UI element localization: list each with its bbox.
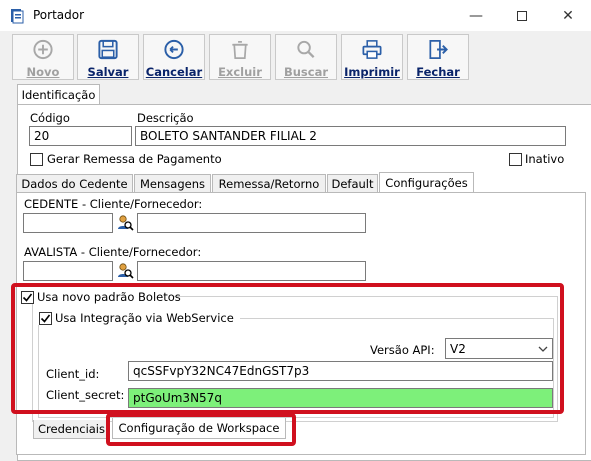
tab-credenciais-label: Credenciais — [38, 422, 105, 436]
tab-mensagens-label: Mensagens — [140, 177, 205, 191]
user-search-icon — [118, 263, 134, 279]
tab-remessa-retorno-label: Remessa/Retorno — [218, 177, 320, 191]
exit-icon — [429, 40, 448, 59]
excluir-label: Excluir — [218, 65, 262, 79]
avalista-code-input[interactable] — [23, 261, 113, 281]
cedente-lookup-button[interactable] — [116, 214, 134, 232]
tab-configuracoes-label: Configurações — [385, 176, 468, 190]
printer-icon — [362, 40, 382, 59]
avalista-lookup-button[interactable] — [116, 262, 134, 280]
inativo-checkbox[interactable] — [509, 153, 522, 166]
codigo-label: Código — [30, 111, 70, 125]
close-button[interactable]: ✕ — [545, 0, 591, 31]
descricao-label: Descrição — [137, 111, 194, 125]
novo-button[interactable]: Novo — [12, 34, 74, 80]
cedente-code-input[interactable] — [23, 213, 113, 233]
tab-dados-cedente-label: Dados do Cedente — [21, 177, 128, 191]
avalista-label: AVALISTA - Cliente/Fornecedor: — [24, 245, 202, 259]
excluir-button[interactable]: Excluir — [209, 34, 271, 80]
tab-configuracoes[interactable]: Configurações — [379, 172, 474, 193]
fechar-button[interactable]: Fechar — [407, 34, 469, 80]
maximize-icon — [517, 10, 527, 21]
salvar-label: Salvar — [87, 65, 129, 79]
codigo-input[interactable] — [29, 126, 132, 146]
cancelar-button[interactable]: Cancelar — [143, 34, 205, 80]
inativo-label: Inativo — [525, 152, 565, 166]
novo-label: Novo — [26, 65, 60, 79]
workspace-highlight-box — [106, 413, 296, 446]
tab-default[interactable]: Default — [327, 174, 378, 193]
tab-remessa-retorno[interactable]: Remessa/Retorno — [212, 174, 326, 193]
imprimir-button[interactable]: Imprimir — [341, 34, 403, 80]
search-icon — [297, 40, 315, 58]
trash-icon — [232, 40, 248, 59]
salvar-button[interactable]: Salvar — [77, 34, 139, 80]
save-icon — [98, 39, 118, 60]
close-icon: ✕ — [562, 7, 574, 24]
buscar-label: Buscar — [283, 65, 329, 79]
cedente-name-input[interactable] — [137, 213, 366, 233]
descricao-input[interactable] — [135, 126, 566, 146]
gerar-remessa-label: Gerar Remessa de Pagamento — [47, 152, 222, 166]
plus-icon — [33, 39, 53, 60]
window-title: Portador — [33, 8, 85, 22]
app-icon — [10, 8, 24, 24]
webservice-highlight-box — [11, 283, 564, 414]
undo-icon — [164, 39, 184, 60]
imprimir-label: Imprimir — [344, 65, 400, 79]
fechar-label: Fechar — [416, 65, 460, 79]
cancelar-label: Cancelar — [145, 65, 203, 79]
tab-identificacao-label: Identificação — [21, 88, 96, 102]
avalista-name-input[interactable] — [137, 261, 366, 281]
user-search-icon — [118, 215, 134, 231]
maximize-button[interactable] — [499, 0, 545, 31]
tab-dados-cedente[interactable]: Dados do Cedente — [16, 174, 133, 193]
buscar-button[interactable]: Buscar — [275, 34, 337, 80]
minimize-button[interactable]: — — [453, 0, 499, 31]
minimize-icon: — — [469, 7, 483, 24]
tab-mensagens[interactable]: Mensagens — [134, 174, 211, 193]
cedente-label: CEDENTE - Cliente/Fornecedor: — [24, 197, 203, 211]
tab-default-label: Default — [331, 177, 374, 191]
gerar-remessa-checkbox[interactable] — [30, 153, 43, 166]
tab-credenciais[interactable]: Credenciais — [33, 420, 110, 439]
tab-identificacao[interactable]: Identificação — [17, 84, 100, 105]
